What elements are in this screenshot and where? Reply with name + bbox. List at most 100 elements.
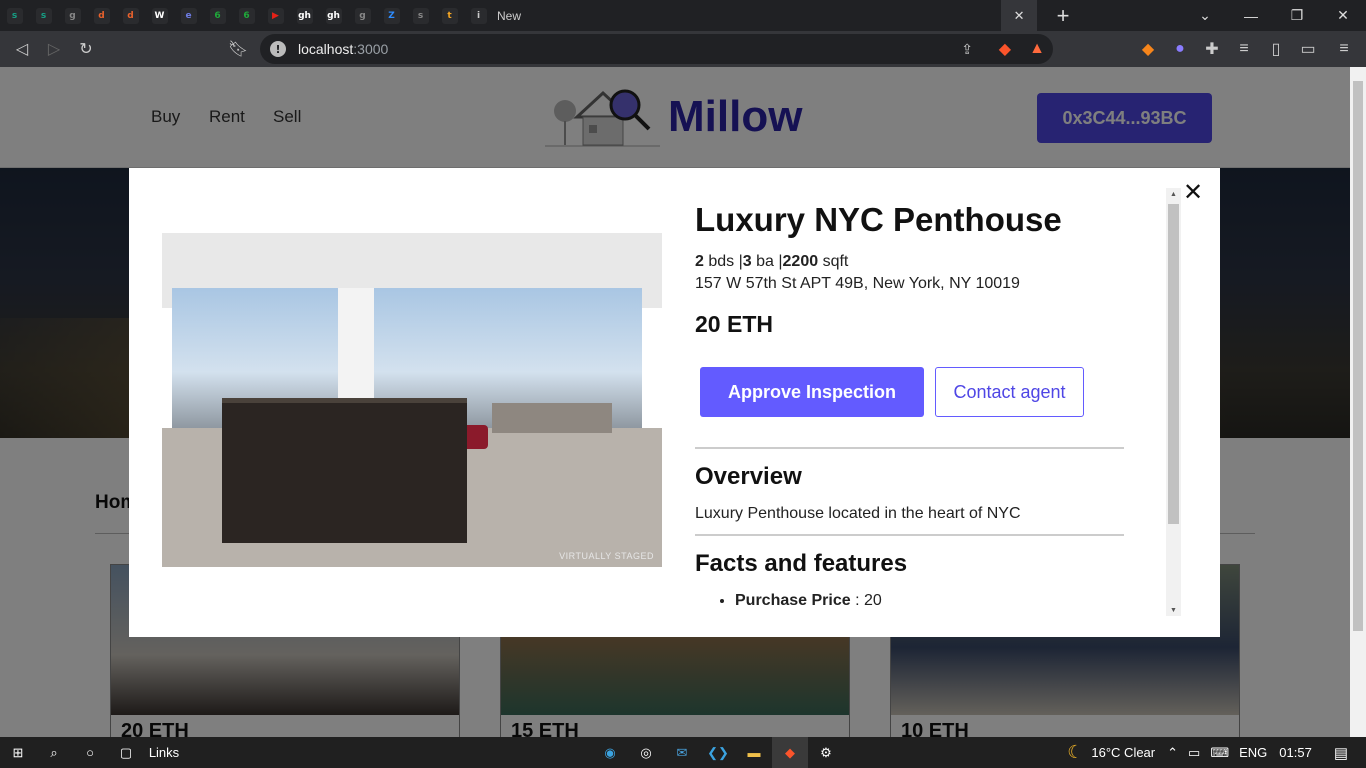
facts-list: Purchase Price : 20 (735, 592, 882, 614)
address-bar[interactable]: ! localhost:3000 ⇪ ◆ ▲ (260, 34, 1053, 64)
overview-text: Luxury Penthouse located in the heart of… (695, 505, 1021, 522)
property-price: 20 ETH (695, 311, 773, 337)
tab-favicon-icon: s (412, 7, 429, 24)
page-scrollbar-thumb[interactable] (1353, 81, 1363, 631)
browser-toolbar: ◁ ▷ ↻ 🔖︎ ! localhost:3000 ⇪ ◆ ▲ ◆ ● ✚ ≡ … (0, 31, 1366, 67)
battery-icon[interactable]: ▭ (1188, 745, 1200, 761)
tray-chevron-icon[interactable]: ⌃ (1167, 745, 1178, 761)
extensions-puzzle-icon[interactable]: ✚ (1196, 33, 1228, 65)
close-modal-icon[interactable]: ✕ (1183, 178, 1203, 206)
fact-item: Purchase Price : 20 (735, 592, 882, 610)
tab-close-icon[interactable]: ✕ (1014, 8, 1025, 24)
playlist-icon[interactable]: ≡ (1228, 33, 1260, 65)
browser-tab[interactable]: e (174, 0, 203, 31)
links-toolbar[interactable]: Links (144, 737, 184, 768)
facts-heading: Facts and features (695, 550, 908, 577)
language-indicator[interactable]: ENG (1239, 745, 1267, 760)
dell-icon[interactable]: ◎ (628, 737, 664, 768)
clock[interactable]: 01:57 (1279, 745, 1312, 760)
close-window-button[interactable]: ✕ (1320, 0, 1366, 31)
back-icon[interactable]: ◁ (6, 33, 38, 65)
scroll-down-icon[interactable]: ▼ (1166, 604, 1181, 616)
browser-tab[interactable]: i (464, 0, 493, 31)
scrollbar-thumb[interactable] (1168, 204, 1179, 524)
image-watermark: VIRTUALLY STAGED (559, 551, 654, 561)
tab-title[interactable]: New (497, 9, 521, 23)
tab-favicon-icon: s (6, 7, 23, 24)
sqft-count: 2200 (782, 253, 819, 270)
browser-tab[interactable]: gh (290, 0, 319, 31)
scroll-up-icon[interactable]: ▲ (1166, 188, 1181, 200)
browser-tab[interactable]: d (116, 0, 145, 31)
restore-button[interactable]: ❐ (1274, 0, 1320, 31)
browser-tab[interactable]: s (406, 0, 435, 31)
forward-icon[interactable]: ▷ (38, 33, 70, 65)
settings-icon[interactable]: ⚙ (808, 737, 844, 768)
brave-taskbar-icon[interactable]: ◆ (772, 737, 808, 768)
tab-favicon-icon: ▶ (267, 7, 284, 24)
minimize-button[interactable]: — (1228, 0, 1274, 31)
contact-agent-button[interactable]: Contact agent (935, 367, 1084, 417)
approve-inspection-button[interactable]: Approve Inspection (700, 367, 924, 417)
wallet-icon[interactable]: ▭ (1292, 33, 1324, 65)
brave-shield-icon[interactable]: ◆ (999, 39, 1011, 59)
tab-favicon-icon: gh (296, 7, 313, 24)
tab-favicon-icon: d (122, 7, 139, 24)
modal-scrollbar[interactable]: ▲ ▼ (1166, 188, 1181, 616)
cortana-icon[interactable]: ○ (72, 737, 108, 768)
bookmark-icon[interactable]: 🔖︎ (222, 33, 254, 65)
keyboard-icon[interactable]: ⌨ (1210, 745, 1229, 761)
browser-tab[interactable]: ▶ (261, 0, 290, 31)
browser-tab[interactable]: Z (377, 0, 406, 31)
url-host: localhost (298, 41, 354, 57)
windows-start-icon[interactable]: ⊞ (0, 737, 36, 768)
baths-label: ba (756, 253, 774, 270)
url-text[interactable]: localhost:3000 (298, 41, 388, 57)
tab-favicon-icon: 6 (238, 7, 255, 24)
browser-tab[interactable]: t (435, 0, 464, 31)
menu-icon[interactable]: ≡ (1328, 33, 1360, 65)
overview-heading: Overview (695, 463, 802, 490)
browser-tab[interactable]: s (29, 0, 58, 31)
browser-tab[interactable]: s (0, 0, 29, 31)
weather-moon-icon: ☾ (1067, 742, 1084, 762)
edge-icon[interactable]: ◉ (592, 737, 628, 768)
tab-favicon-icon: e (180, 7, 197, 24)
mail-icon[interactable]: ✉ (664, 737, 700, 768)
property-title: Luxury NYC Penthouse (695, 201, 1062, 238)
search-icon[interactable]: ⌕ (36, 737, 72, 768)
metamask-icon[interactable]: ◆ (1132, 33, 1164, 65)
brave-rewards-icon[interactable]: ▲ (1029, 40, 1045, 58)
browser-tab[interactable]: g (58, 0, 87, 31)
site-info-icon[interactable]: ! (270, 41, 286, 57)
system-tray: ☾ 16°C Clear ⌃ ▭ ⌨ ENG 01:57 ▤ (1067, 737, 1366, 768)
property-address: 157 W 57th St APT 49B, New York, NY 1001… (695, 275, 1020, 292)
notifications-icon[interactable]: ▤ (1334, 744, 1348, 762)
page-scrollbar[interactable] (1350, 67, 1366, 737)
fact-label: Purchase Price (735, 592, 851, 609)
tab-favicon-icon: d (93, 7, 110, 24)
url-port: :3000 (353, 41, 389, 57)
beds-count: 2 (695, 253, 704, 270)
divider (695, 447, 1124, 449)
tab-favicon-icon: i (470, 7, 487, 24)
browser-tab[interactable]: g (348, 0, 377, 31)
weather-text[interactable]: 16°C Clear (1091, 745, 1155, 760)
file-explorer-icon[interactable]: ▬ (736, 737, 772, 768)
tab-favicon-icon: gh (325, 7, 342, 24)
new-tab-button[interactable]: + (1043, 3, 1083, 29)
browser-tab[interactable]: gh (319, 0, 348, 31)
browser-tab[interactable]: 6 (232, 0, 261, 31)
browser-tab[interactable]: 6 (203, 0, 232, 31)
tab-favicon-icon: W (151, 7, 168, 24)
sidebar-icon[interactable]: ▯ (1260, 33, 1292, 65)
browser-tab[interactable]: W (145, 0, 174, 31)
share-icon[interactable]: ⇪ (961, 41, 973, 58)
active-tab[interactable]: ✕ (1001, 0, 1038, 31)
reload-icon[interactable]: ↻ (70, 33, 102, 65)
tab-search-icon[interactable]: ⌄ (1182, 0, 1228, 31)
task-view-icon[interactable]: ▢ (108, 737, 144, 768)
extension-icon[interactable]: ● (1164, 33, 1196, 65)
vscode-icon[interactable]: ❮❯ (700, 737, 736, 768)
browser-tab[interactable]: d (87, 0, 116, 31)
